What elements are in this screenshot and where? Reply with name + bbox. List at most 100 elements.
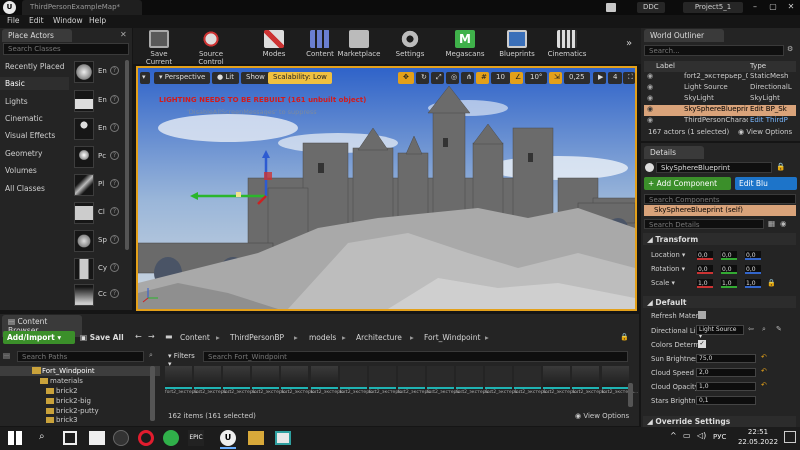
tree-item-materials[interactable]: materials <box>50 377 83 385</box>
actor-item[interactable]: En? <box>70 58 124 86</box>
close-icon[interactable]: ✕ <box>784 2 798 11</box>
forward-arrow-icon[interactable]: → <box>148 332 155 341</box>
breadcrumb-fort-windpoint[interactable]: Fort_Windpoint <box>424 333 480 342</box>
eye-icon[interactable]: ◉ <box>647 116 653 124</box>
reset-default-icon[interactable]: ↶ <box>761 381 767 389</box>
add-filter-icon[interactable]: ⚙ <box>787 45 793 53</box>
asset-tile[interactable]: fort2_экстерь... <box>368 366 405 410</box>
scale-label[interactable]: Scale ▾ <box>651 279 675 287</box>
camera-speed-value[interactable]: 4 <box>608 72 623 84</box>
tray-chevron-icon[interactable]: ^ <box>670 431 677 440</box>
filters-button[interactable]: ▾ Filters ▾ <box>165 351 201 368</box>
help-icon[interactable]: ? <box>110 263 119 272</box>
help-icon[interactable]: ? <box>110 207 119 216</box>
search-components-input[interactable]: Search Components <box>644 194 796 204</box>
scale-snap-value[interactable]: 0,25 <box>564 72 590 84</box>
asset-tile[interactable]: fort2_экстерь... <box>456 366 493 410</box>
search-icon[interactable]: ⌕ <box>762 325 766 334</box>
file-explorer-icon[interactable] <box>89 431 105 445</box>
megascans-button[interactable]: M Megascans <box>443 30 487 62</box>
override-settings-section[interactable]: ◢ Override Settings <box>643 416 796 427</box>
menu-file[interactable]: File <box>7 16 20 25</box>
world-local-icon[interactable]: ◎ <box>446 72 459 84</box>
opera-icon[interactable] <box>138 430 154 446</box>
rotation-y-field[interactable]: 0,0 <box>721 265 737 274</box>
asset-tile[interactable]: fort2_экстерь... <box>252 366 289 410</box>
breadcrumb-separator-icon[interactable]: ▸ <box>216 333 220 342</box>
asset-tile[interactable]: fort2_экстерь... <box>165 366 202 410</box>
grid-snap-icon[interactable]: # <box>476 72 489 84</box>
actor-item[interactable]: Cc? <box>70 281 124 309</box>
location-y-field[interactable]: 0,0 <box>721 251 737 260</box>
outliner-row[interactable]: ◉ ThirdPersonCharact Edit ThirdP <box>644 116 796 127</box>
eye-icon[interactable]: ◉ <box>647 83 653 91</box>
category-visual-effects[interactable]: Visual Effects <box>0 129 69 142</box>
scale-tool-icon[interactable]: ⤢ <box>431 72 444 84</box>
category-lights[interactable]: Lights <box>0 95 69 108</box>
scale-y-field[interactable]: 1,0 <box>721 279 737 288</box>
actor-item[interactable]: Pl? <box>70 171 124 199</box>
surface-snap-icon[interactable]: ⋔ <box>461 72 474 84</box>
translate-tool-icon[interactable]: ✥ <box>398 72 414 84</box>
add-import-button[interactable]: Add/Import ▾ <box>3 331 75 344</box>
actor-item[interactable]: En? <box>70 87 124 115</box>
rotation-label[interactable]: Rotation ▾ <box>651 265 685 273</box>
back-arrow-icon[interactable]: ← <box>135 332 142 341</box>
default-section[interactable]: ◢ Default <box>643 296 796 308</box>
clock-time[interactable]: 22:51 <box>738 428 778 436</box>
breadcrumb-architecture[interactable]: Architecture <box>356 333 402 342</box>
content-view-options[interactable]: ◉ View Options <box>575 412 629 420</box>
directional-light-picker[interactable]: Light Source ▾ <box>696 325 744 340</box>
search-icon[interactable]: ⌕ <box>39 431 45 442</box>
help-icon[interactable]: ? <box>110 179 119 188</box>
search-details-input[interactable]: Search Details <box>644 219 764 229</box>
clock-date[interactable]: 22.05.2022 <box>735 438 781 446</box>
reset-default-icon[interactable]: ↶ <box>761 367 767 375</box>
asset-tile[interactable]: fort2_экстерь... <box>281 366 318 410</box>
notifications-icon[interactable] <box>784 431 796 443</box>
asset-scrollbar[interactable] <box>628 383 633 407</box>
lock-icon[interactable]: 🔒 <box>776 162 785 171</box>
cinematics-button[interactable]: Cinematics <box>545 30 589 62</box>
reset-default-icon[interactable]: ↶ <box>761 353 767 361</box>
location-x-field[interactable]: 0,0 <box>697 251 713 260</box>
document-tab[interactable]: ThirdPersonExampleMap* <box>22 0 142 15</box>
asset-tile[interactable]: fort2_экстерь... <box>397 366 434 410</box>
scale-z-field[interactable]: 1,0 <box>745 279 761 288</box>
maximize-viewport-icon[interactable]: ⛶ <box>623 72 635 84</box>
volume-icon[interactable]: ◁) <box>697 431 706 440</box>
grid-snap-value[interactable]: 10 <box>491 72 510 84</box>
rotation-snap-value[interactable]: 10° <box>525 72 548 84</box>
pick-actor-icon[interactable]: ✎ <box>776 325 782 333</box>
task-view-icon[interactable] <box>63 431 77 445</box>
tree-item-brick2-big[interactable]: brick2-big <box>56 397 91 405</box>
eye-icon[interactable]: ◉ <box>647 105 653 113</box>
breadcrumb-separator-icon[interactable]: ▸ <box>410 333 414 342</box>
ddc-button[interactable]: DDC <box>637 2 665 13</box>
actor-item[interactable]: Sp? <box>70 227 124 255</box>
input-language[interactable]: РУС <box>713 433 726 441</box>
rotation-snap-icon[interactable]: ∠ <box>510 72 523 84</box>
category-cinematic[interactable]: Cinematic <box>0 112 69 125</box>
category-recently-placed[interactable]: Recently Placed <box>0 60 69 73</box>
rotation-x-field[interactable]: 0,0 <box>697 265 713 274</box>
self-component-row[interactable]: SkySphereBlueprint (self) <box>644 205 796 216</box>
help-icon[interactable]: ? <box>110 235 119 244</box>
network-icon[interactable]: ▭ <box>683 431 691 440</box>
lit-button[interactable]: ● Lit <box>212 72 239 84</box>
messenger-icon[interactable] <box>163 430 179 446</box>
marketplace-button[interactable]: Marketplace <box>336 30 382 62</box>
lock-icon[interactable]: 🔒 <box>620 333 629 341</box>
browse-arrow-icon[interactable]: ⇦ <box>748 325 754 333</box>
asset-tile[interactable]: fort2_экстерь... <box>485 366 522 410</box>
unreal-engine-icon[interactable]: U <box>220 430 236 446</box>
cloud-speed-field[interactable]: 2,0 <box>696 368 756 377</box>
cloud-opacity-field[interactable]: 1,0 <box>696 382 756 391</box>
transform-section[interactable]: ◢ Transform <box>643 233 796 245</box>
asset-tile[interactable]: fort2_экстерь... <box>194 366 231 410</box>
asset-tile[interactable]: fort2_экстерь... <box>339 366 376 410</box>
category-all-classes[interactable]: All Classes <box>0 182 69 195</box>
asset-tile[interactable]: fort2_экстерь... <box>514 366 551 410</box>
save-all-button[interactable]: ▣ Save All <box>78 331 130 344</box>
actor-item[interactable]: En? <box>70 115 124 143</box>
